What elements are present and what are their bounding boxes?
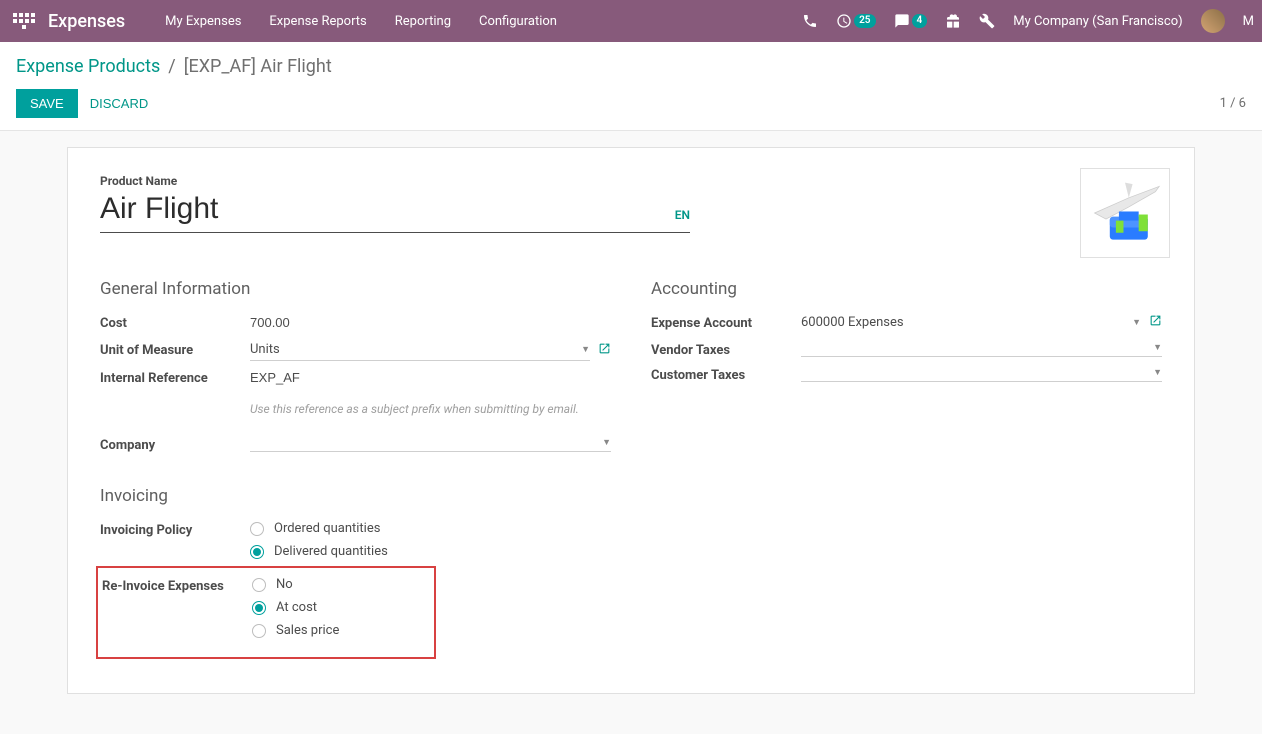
- policy-ordered[interactable]: Ordered quantities: [250, 521, 388, 536]
- discard-button[interactable]: DISCARD: [90, 96, 149, 111]
- company-label: Company: [100, 434, 250, 453]
- reinvoice-no[interactable]: No: [252, 577, 339, 592]
- module-title: Expenses: [48, 11, 125, 32]
- chevron-down-icon: ▼: [1153, 342, 1162, 353]
- reinvoice-label: Re-Invoice Expenses: [102, 575, 252, 594]
- chevron-down-icon: ▼: [1153, 367, 1162, 378]
- expense-acct-select[interactable]: 600000 Expenses ▼: [801, 312, 1141, 333]
- nav-reporting[interactable]: Reporting: [395, 14, 451, 29]
- ref-hint: Use this reference as a subject prefix w…: [250, 400, 590, 418]
- nav-menu: My Expenses Expense Reports Reporting Co…: [165, 14, 557, 29]
- gift-icon[interactable]: [945, 13, 961, 29]
- policy-delivered[interactable]: Delivered quantities: [250, 544, 388, 559]
- radio-icon: [250, 522, 264, 536]
- save-button[interactable]: SAVE: [16, 89, 78, 118]
- breadcrumb: Expense Products / [EXP_AF] Air Flight: [16, 56, 1246, 77]
- radio-icon: [252, 601, 266, 615]
- activities-badge: 25: [854, 14, 875, 28]
- section-general: General Information: [100, 279, 611, 299]
- company-selector[interactable]: My Company (San Francisco): [1013, 14, 1182, 29]
- company-select[interactable]: ▼: [250, 434, 611, 452]
- reinvoice-radio-group: No At cost Sales price: [252, 575, 339, 640]
- cost-input[interactable]: [250, 312, 611, 333]
- apps-icon[interactable]: [12, 9, 36, 33]
- user-initial: M: [1243, 14, 1254, 29]
- vendor-tax-label: Vendor Taxes: [651, 339, 801, 358]
- policy-radio-group: Ordered quantities Delivered quantities: [250, 519, 388, 561]
- translate-button[interactable]: EN: [675, 208, 690, 232]
- nav-configuration[interactable]: Configuration: [479, 14, 557, 29]
- pager[interactable]: 1 / 6: [1220, 96, 1246, 111]
- nav-expense-reports[interactable]: Expense Reports: [269, 14, 366, 29]
- uom-select[interactable]: Units ▼: [250, 339, 590, 361]
- radio-icon: [252, 578, 266, 592]
- reinvoice-sales-price[interactable]: Sales price: [252, 623, 339, 638]
- tools-icon[interactable]: [979, 13, 995, 29]
- radio-icon: [252, 624, 266, 638]
- uom-label: Unit of Measure: [100, 339, 250, 358]
- ref-input[interactable]: [250, 367, 611, 388]
- policy-label: Invoicing Policy: [100, 519, 250, 538]
- avatar[interactable]: [1201, 9, 1225, 33]
- chevron-down-icon: ▼: [581, 344, 590, 355]
- nav-my-expenses[interactable]: My Expenses: [165, 14, 241, 29]
- external-link-icon[interactable]: [598, 342, 611, 359]
- section-accounting: Accounting: [651, 279, 1162, 299]
- highlight-box: Re-Invoice Expenses No At cost: [96, 566, 436, 659]
- section-invoicing: Invoicing: [100, 486, 611, 506]
- phone-icon[interactable]: [802, 13, 818, 29]
- expense-acct-label: Expense Account: [651, 312, 801, 331]
- customer-tax-select[interactable]: ▼: [801, 364, 1162, 382]
- chevron-down-icon: ▼: [602, 437, 611, 448]
- customer-tax-label: Customer Taxes: [651, 364, 801, 383]
- breadcrumb-current: [EXP_AF] Air Flight: [184, 56, 332, 77]
- chevron-down-icon: ▼: [1132, 317, 1141, 328]
- product-name-input[interactable]: [100, 190, 635, 232]
- cost-label: Cost: [100, 312, 250, 331]
- reinvoice-at-cost[interactable]: At cost: [252, 600, 339, 615]
- radio-icon: [250, 545, 264, 559]
- messages-icon[interactable]: 4: [894, 13, 928, 29]
- product-image[interactable]: [1080, 168, 1170, 258]
- product-name-label: Product Name: [100, 174, 1162, 188]
- messages-badge: 4: [912, 14, 928, 28]
- breadcrumb-root[interactable]: Expense Products: [16, 56, 160, 77]
- vendor-tax-select[interactable]: ▼: [801, 339, 1162, 357]
- external-link-icon[interactable]: [1149, 314, 1162, 331]
- ref-label: Internal Reference: [100, 367, 250, 386]
- activities-icon[interactable]: 25: [836, 13, 875, 29]
